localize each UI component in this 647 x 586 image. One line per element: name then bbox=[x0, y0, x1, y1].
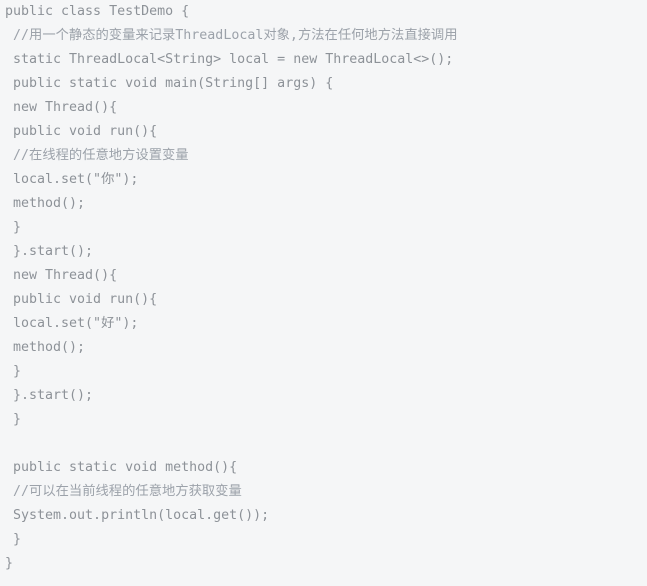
code-line: method(); bbox=[5, 340, 86, 355]
code-line: } bbox=[5, 364, 22, 379]
code-line: public void run(){ bbox=[5, 292, 158, 307]
code-line: } bbox=[5, 220, 22, 235]
code-line: new Thread(){ bbox=[5, 268, 118, 283]
code-line: local.set("好"); bbox=[5, 316, 139, 331]
code-line: local.set("你"); bbox=[5, 172, 139, 187]
code-line: public static void method(){ bbox=[5, 460, 238, 475]
code-line: public static void main(String[] args) { bbox=[5, 76, 334, 91]
code-line: method(); bbox=[5, 196, 86, 211]
code-line: //在线程的任意地方设置变量 bbox=[5, 148, 189, 163]
code-snippet-block[interactable]: public class TestDemo { //用一个静态的变量来记录Thr… bbox=[0, 0, 647, 586]
code-line: public class TestDemo { bbox=[5, 4, 190, 19]
code-line: } bbox=[5, 532, 22, 547]
code-line: public void run(){ bbox=[5, 124, 158, 139]
code-line: } bbox=[5, 556, 14, 571]
code-line: }.start(); bbox=[5, 388, 94, 403]
code-line: //用一个静态的变量来记录ThreadLocal对象,方法在任何地方法直接调用 bbox=[5, 28, 458, 43]
code-line: } bbox=[5, 412, 22, 427]
code-line: //可以在当前线程的任意地方获取变量 bbox=[5, 484, 242, 499]
code-line: }.start(); bbox=[5, 244, 94, 259]
code-line: System.out.println(local.get()); bbox=[5, 508, 270, 523]
code-line: new Thread(){ bbox=[5, 100, 118, 115]
code-line: static ThreadLocal<String> local = new T… bbox=[5, 52, 454, 67]
